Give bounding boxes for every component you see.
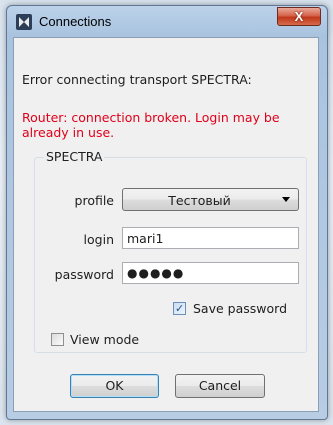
error-message-line-2: already in use. [22, 125, 115, 140]
close-icon: X [294, 9, 304, 24]
ok-button[interactable]: OK [70, 374, 159, 398]
error-message-line-1: Router: connection broken. Login may be [22, 110, 280, 125]
view-mode-label[interactable]: View mode [70, 332, 139, 347]
login-input[interactable]: mari1 [122, 227, 299, 249]
profile-selected-value: Тестовый [168, 193, 231, 208]
groupbox-title: SPECTRA [44, 149, 105, 164]
profile-dropdown[interactable]: Тестовый [122, 188, 299, 211]
app-logo-icon [16, 14, 32, 30]
login-label: login [83, 232, 114, 247]
cancel-button[interactable]: Cancel [175, 374, 265, 398]
save-password-checkbox[interactable]: ✓ [173, 302, 186, 315]
checkmark-icon: ✓ [175, 302, 185, 315]
error-heading: Error connecting transport SPECTRA: [22, 72, 252, 87]
password-input[interactable]: ●●●●● [122, 262, 299, 284]
dropdown-arrow-icon [282, 197, 290, 202]
profile-label: profile [74, 193, 114, 208]
error-message: Router: connection broken. Login may be … [22, 110, 312, 140]
window-title: Connections [39, 14, 112, 29]
save-password-label[interactable]: Save password [193, 301, 287, 316]
view-mode-checkbox[interactable] [51, 333, 64, 346]
title-bar[interactable]: Connections X [7, 6, 327, 39]
password-label: password [54, 267, 114, 282]
close-button[interactable]: X [277, 7, 321, 26]
spectra-groupbox [34, 157, 307, 353]
